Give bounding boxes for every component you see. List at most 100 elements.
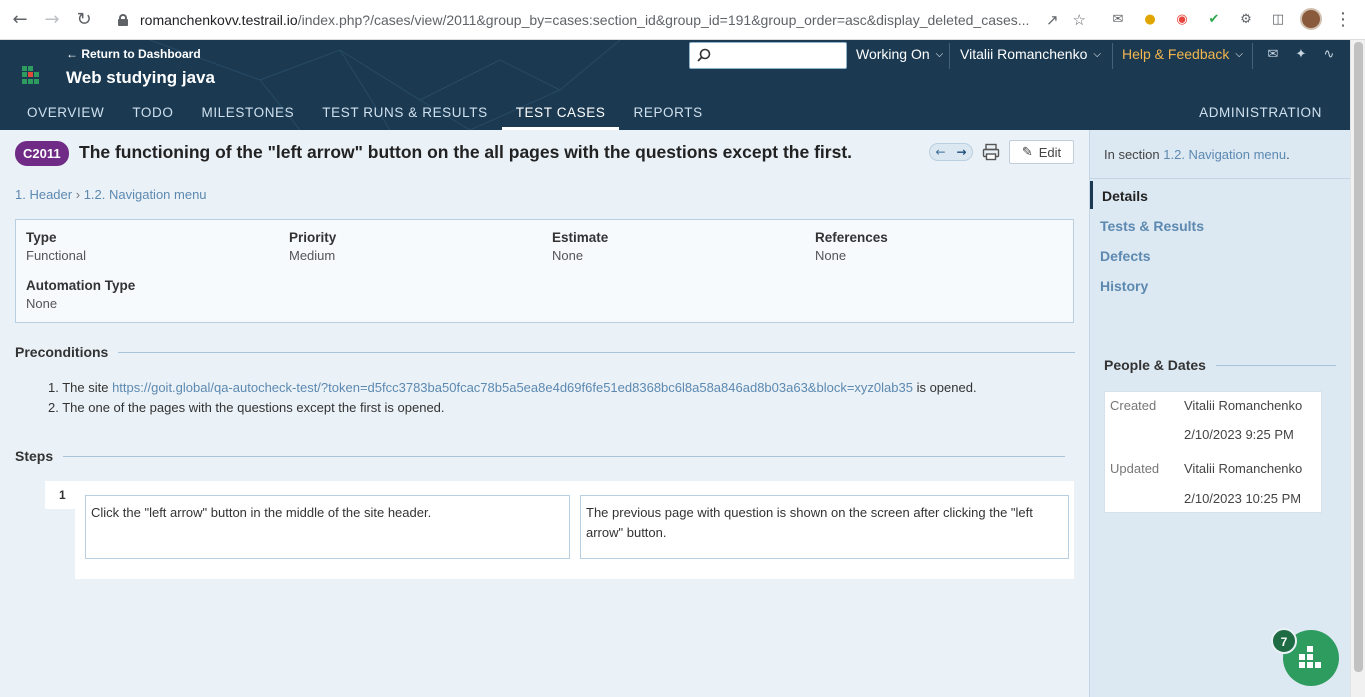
shield-extension-icon[interactable]: ✔ <box>1204 9 1224 29</box>
tab-reports[interactable]: REPORTS <box>619 98 716 130</box>
updated-at: 2/10/2023 10:25 PM <box>1184 491 1302 506</box>
profile-avatar[interactable] <box>1300 8 1322 30</box>
rss-icon[interactable]: ∿ <box>1320 45 1338 63</box>
prop-automation-type: Automation Type None <box>26 278 135 311</box>
sidepanel-icon[interactable]: ◫ <box>1268 9 1288 29</box>
testrail-logo-icon[interactable] <box>22 66 40 84</box>
created-by: Vitalii Romanchenko <box>1184 398 1303 413</box>
lock-icon[interactable] <box>118 14 128 26</box>
address-bar[interactable]: romanchenkovv.testrail.io/index.php?/cas… <box>108 6 1096 34</box>
prop-type: Type Functional <box>26 230 86 263</box>
updated-label: Updated <box>1110 461 1160 476</box>
divider <box>1112 43 1113 69</box>
sidebar-item-defects[interactable]: Defects <box>1100 248 1151 264</box>
steps-table: 1 Click the "left arrow" button in the m… <box>45 481 1074 579</box>
help-feedback-menu[interactable]: Help & Feedback ⌵ <box>1122 46 1243 62</box>
created-label: Created <box>1110 398 1157 413</box>
pencil-icon: ✎ <box>1021 144 1033 159</box>
working-on-label: Working On <box>856 46 930 62</box>
chevron-down-icon: ⌵ <box>935 48 944 60</box>
breadcrumb-separator: › <box>75 187 81 202</box>
record-extension-icon[interactable]: ◉ <box>1172 9 1192 29</box>
breadcrumb-section[interactable]: 1. Header <box>15 187 72 202</box>
divider <box>118 351 1076 353</box>
puzzle-icon[interactable]: ⚙ <box>1236 9 1256 29</box>
right-sidebar: In section 1.2. Navigation menu. Details… <box>1089 130 1351 697</box>
case-content: C2011 The functioning of the "left arrow… <box>0 130 1089 697</box>
steps-title: Steps <box>15 448 54 464</box>
list-item: 1. The site https://goit.global/qa-autoc… <box>48 378 977 398</box>
steps-header: Steps <box>15 448 1066 464</box>
case-properties: Type Functional Priority Medium Estimate… <box>15 219 1074 323</box>
share-icon[interactable]: ↗ <box>1046 11 1059 29</box>
in-section-link[interactable]: 1.2. Navigation menu <box>1163 147 1286 162</box>
divider <box>1215 364 1336 366</box>
tab-todo[interactable]: TODO <box>118 98 187 130</box>
case-id-badge: C2011 <box>15 141 69 166</box>
active-indicator <box>1090 181 1093 209</box>
grid-icon <box>1299 646 1321 668</box>
previous-case-icon[interactable]: ← <box>935 145 945 159</box>
case-title: The functioning of the "left arrow" butt… <box>79 142 853 162</box>
precondition-text: The site <box>62 380 113 395</box>
sidebar-item-details[interactable]: Details <box>1102 188 1148 204</box>
tab-overview[interactable]: OVERVIEW <box>0 98 118 130</box>
search-input[interactable] <box>689 42 847 69</box>
extension-icon[interactable]: ● <box>1140 9 1160 29</box>
print-icon[interactable] <box>982 143 1000 161</box>
in-section-suffix: . <box>1286 147 1290 162</box>
tab-administration[interactable]: ADMINISTRATION <box>1199 98 1322 130</box>
reload-icon[interactable]: ↻ <box>72 8 96 32</box>
preconditions-list: 1. The site https://goit.global/qa-autoc… <box>48 378 977 418</box>
user-name: Vitalii Romanchenko <box>960 46 1088 62</box>
tab-test-runs-results[interactable]: TEST RUNS & RESULTS <box>308 98 501 130</box>
bookmark-star-icon[interactable]: ☆ <box>1073 11 1086 29</box>
working-on-menu[interactable]: Working On ⌵ <box>856 46 943 62</box>
prop-label: Automation Type <box>26 278 136 293</box>
tab-milestones[interactable]: MILESTONES <box>187 98 308 130</box>
help-label: Help & Feedback <box>1122 46 1230 62</box>
project-title[interactable]: Web studying java <box>66 68 215 88</box>
precondition-link[interactable]: https://goit.global/qa-autocheck-test/?t… <box>112 380 913 395</box>
back-icon[interactable]: ← <box>8 8 32 32</box>
sidebar-item-history[interactable]: History <box>1100 278 1148 294</box>
prop-value: None <box>815 248 847 263</box>
mail-icon[interactable]: ✉ <box>1264 45 1282 63</box>
divider <box>1090 178 1351 179</box>
forward-icon[interactable]: → <box>40 8 64 32</box>
search-icon <box>697 48 711 62</box>
sidebar-item-tests-results[interactable]: Tests & Results <box>1100 218 1204 234</box>
preconditions-title: Preconditions <box>15 344 109 360</box>
user-menu[interactable]: Vitalii Romanchenko ⌵ <box>960 46 1101 62</box>
edit-button[interactable]: ✎ Edit <box>1009 140 1074 164</box>
scrollbar-thumb[interactable] <box>1354 42 1363 672</box>
people-dates-header: People & Dates <box>1104 357 1336 373</box>
prop-estimate: Estimate None <box>552 230 608 263</box>
tab-test-cases[interactable]: TEST CASES <box>501 98 620 130</box>
next-case-icon[interactable]: → <box>956 145 966 159</box>
prop-priority: Priority Medium <box>289 230 336 263</box>
twitter-icon[interactable]: ✦ <box>1292 45 1310 63</box>
url-path: /index.php?/cases/view/2011&group_by=cas… <box>297 12 1030 28</box>
divider <box>1252 43 1253 69</box>
chevron-down-icon: ⌵ <box>1093 48 1101 60</box>
list-number: 1. <box>48 380 63 395</box>
precondition-text: The one of the pages with the questions … <box>62 400 445 415</box>
prop-references: References None <box>815 230 888 263</box>
page-scrollbar[interactable] <box>1350 40 1365 697</box>
case-navigation: ← → <box>929 143 973 161</box>
breadcrumb-subsection[interactable]: 1.2. Navigation menu <box>84 187 207 202</box>
step-gutter <box>45 509 75 579</box>
browser-menu-icon[interactable]: ⋮ <box>1334 9 1352 30</box>
preconditions-header: Preconditions <box>15 344 1076 360</box>
main-nav: OVERVIEW TODO MILESTONES TEST RUNS & RES… <box>0 98 1350 130</box>
mail-extension-icon[interactable]: ✉ <box>1108 9 1128 29</box>
updated-by: Vitalii Romanchenko <box>1184 461 1303 476</box>
browser-toolbar: ← → ↻ romanchenkovv.testrail.io/index.ph… <box>0 0 1365 40</box>
notification-count-badge: 7 <box>1271 628 1297 654</box>
prop-value: Functional <box>26 248 86 263</box>
url-host: romanchenkovv.testrail.io <box>140 12 298 28</box>
return-to-dashboard-link[interactable]: ← Return to Dashboard <box>66 47 201 61</box>
divider <box>949 43 950 69</box>
in-section: In section 1.2. Navigation menu. <box>1104 147 1290 162</box>
